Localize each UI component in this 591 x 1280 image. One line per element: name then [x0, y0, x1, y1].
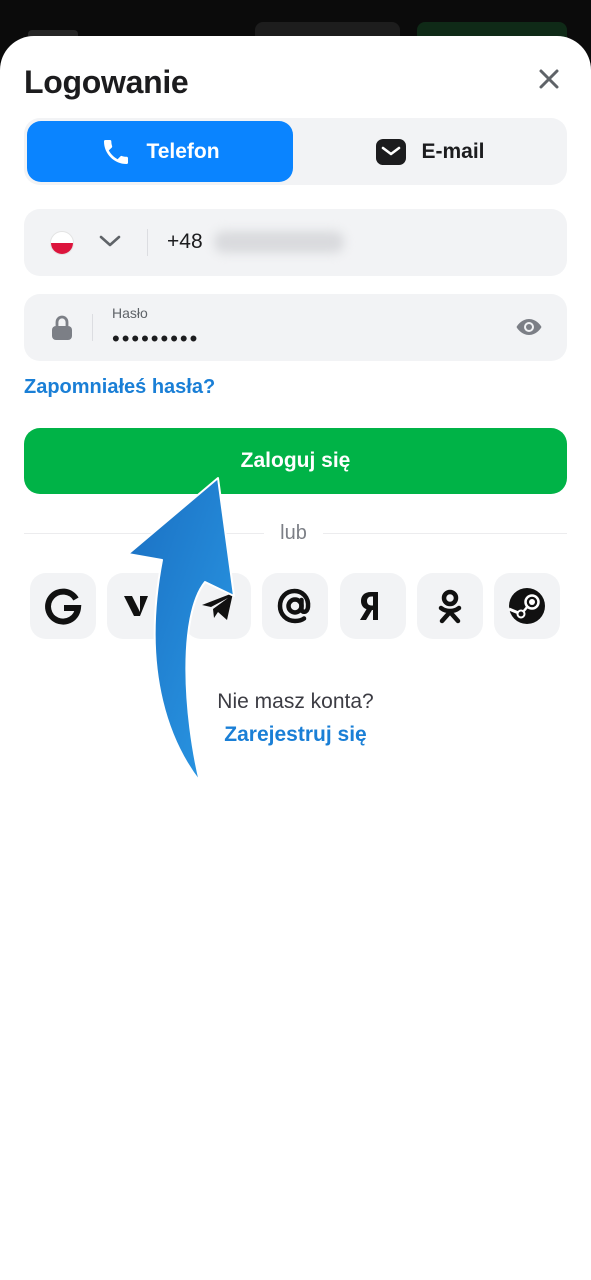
phone-prefix: +48: [167, 230, 203, 253]
forgot-password-link[interactable]: Zapomniałeś hasła?: [24, 376, 215, 399]
tab-phone-label: Telefon: [146, 139, 220, 163]
close-icon: [539, 69, 559, 89]
divider-line: [323, 533, 567, 534]
mail-ru-icon: [277, 588, 311, 624]
vk-icon: [124, 596, 148, 616]
tab-phone[interactable]: Telefon: [27, 121, 293, 182]
register-link[interactable]: Zarejestruj się: [0, 723, 591, 747]
login-method-switch: Telefon E-mail: [24, 118, 567, 185]
country-selector[interactable]: [98, 229, 122, 258]
no-account-text: Nie masz konta?: [217, 690, 374, 713]
yandex-login-button[interactable]: [340, 573, 406, 639]
eye-icon[interactable]: [515, 315, 543, 339]
page-title: Logowanie: [24, 64, 189, 100]
odnoklassniki-login-button[interactable]: [417, 573, 483, 639]
yandex-icon: [360, 592, 378, 620]
mail-icon: [376, 138, 407, 165]
poland-flag-icon: [50, 231, 74, 255]
phone-field: +48: [24, 209, 567, 276]
password-field[interactable]: Hasło •••••••••: [24, 294, 567, 361]
chevron-down-icon: [99, 235, 121, 247]
divider: [147, 229, 148, 256]
password-input[interactable]: •••••••••: [112, 326, 199, 352]
phone-input[interactable]: [214, 231, 344, 253]
mail-ru-login-button[interactable]: [262, 573, 328, 639]
tab-email[interactable]: E-mail: [296, 121, 564, 182]
google-icon: [45, 588, 82, 625]
steam-icon: [508, 588, 545, 624]
google-login-button[interactable]: [30, 573, 96, 639]
telegram-login-button[interactable]: [185, 573, 251, 639]
lock-icon: [52, 315, 72, 340]
tab-email-label: E-mail: [421, 139, 485, 163]
close-button[interactable]: [532, 62, 566, 96]
vk-login-button[interactable]: [107, 573, 173, 639]
phone-icon: [104, 139, 129, 164]
odnoklassniki-icon: [438, 589, 462, 624]
divider: [92, 314, 93, 341]
steam-login-button[interactable]: [494, 573, 560, 639]
telegram-icon: [202, 593, 233, 620]
password-label: Hasło: [112, 305, 148, 321]
divider-line: [24, 533, 264, 534]
login-button[interactable]: Zaloguj się: [24, 428, 567, 494]
divider-text: lub: [280, 522, 307, 544]
